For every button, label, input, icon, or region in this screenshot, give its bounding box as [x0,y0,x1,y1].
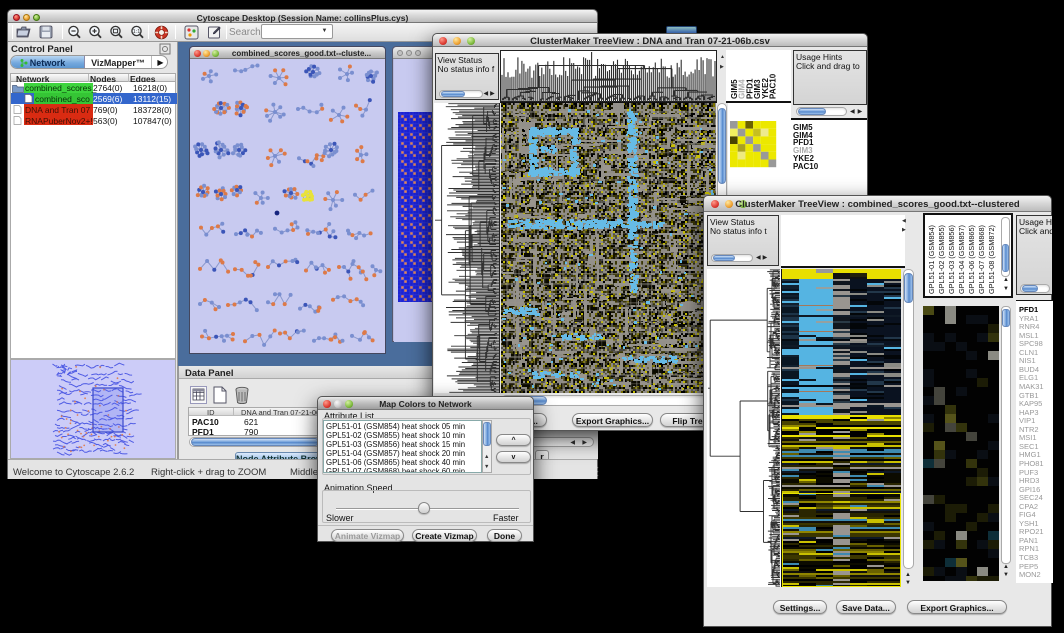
svg-text:GPL51-03 (GSM856): GPL51-03 (GSM856) [947,225,956,294]
svg-text:GPL51-04 (GSM857): GPL51-04 (GSM857) [957,225,966,294]
svg-text:GPL51-01 (GSM854): GPL51-01 (GSM854) [927,225,936,294]
svg-text:GPL51-08 (GSM872): GPL51-08 (GSM872) [987,225,996,294]
svg-text:PAC10: PAC10 [769,73,778,99]
svg-text:1:1: 1:1 [133,29,141,35]
svg-text:GPL51-02 (GSM855): GPL51-02 (GSM855) [937,225,946,294]
svg-text:GPL51-06 (GSM865): GPL51-06 (GSM865) [967,225,976,294]
svg-text:GPL51-07 (GSM868): GPL51-07 (GSM868) [977,225,986,294]
